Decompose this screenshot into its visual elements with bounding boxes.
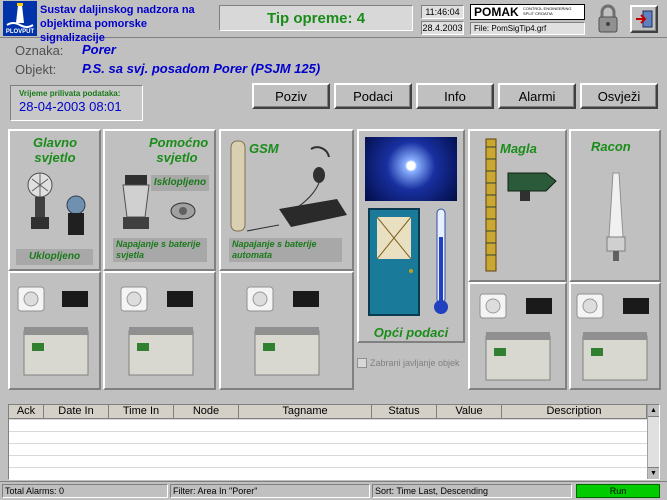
- logo-text: PLOVPUT: [5, 29, 35, 35]
- company-name: POMAK: [474, 5, 519, 19]
- panel-magla-battery: [468, 282, 567, 390]
- col-date-in[interactable]: Date In: [44, 405, 109, 419]
- podaci-button[interactable]: Podaci: [334, 83, 412, 109]
- header-bar: PLOVPUT Sustav daljinskog nadzora na obj…: [0, 0, 667, 44]
- battery-socket-icon: [17, 286, 89, 376]
- alarm-table-grid: [9, 419, 647, 479]
- plovput-logo: PLOVPUT: [3, 1, 37, 36]
- system-title-line1: Sustav daljinskog nadzora na: [40, 4, 195, 16]
- zabrani-checkbox[interactable]: [357, 358, 367, 368]
- data-time-box: Vrijeme prilivata podataka: 28-04-2003 0…: [10, 85, 143, 121]
- equipment-type: Tip opreme: 4: [266, 9, 366, 27]
- data-time-value: 28-04-2003 08:01: [19, 99, 122, 114]
- panel-glavno-svjetlo[interactable]: Glavno svjetlo Uklopljeno: [8, 129, 101, 271]
- objekt-label: Objekt:: [15, 62, 57, 77]
- exit-icon: [636, 10, 653, 28]
- status-bar: Total Alarms: 0 Filter: Area In "Porer" …: [0, 481, 667, 500]
- glavno-title: Glavno svjetlo: [32, 135, 78, 165]
- pomak-logo: POMAK CONTROL ENGINEERING SPLIT CROATIA: [470, 4, 585, 20]
- objekt-value: P.S. sa svj. posadom Porer (PSJM 125): [82, 61, 321, 76]
- file-label: File: PomSigTip4.grf: [470, 22, 585, 35]
- exit-button[interactable]: [630, 5, 658, 33]
- panel-gsm[interactable]: GSM Napajanje s baterije automata: [219, 129, 354, 271]
- panel-pomocno-svjetlo[interactable]: Pomoćno svjetlo Isklopljeno Napajanje s …: [103, 129, 216, 271]
- alarm-table[interactable]: Ack Date In Time In Node Tagname Status …: [8, 404, 660, 480]
- col-description[interactable]: Description: [502, 405, 647, 419]
- battery-socket-icon: [479, 293, 552, 381]
- night-sky-image: [365, 137, 457, 201]
- panel-opci-podaci[interactable]: Opći podaci: [357, 129, 465, 343]
- system-title-line2: objektima pomorske signalizacije: [40, 18, 147, 44]
- battery-socket-icon: [246, 286, 320, 376]
- data-time-label: Vrijeme prilivata podataka:: [19, 89, 121, 98]
- door-thermometer-icon: [368, 208, 448, 316]
- gsm-modem-icon: [230, 140, 347, 232]
- col-value[interactable]: Value: [437, 405, 502, 419]
- racon-antenna-icon: [606, 172, 626, 261]
- panel-racon[interactable]: Racon: [569, 129, 661, 282]
- system-title: Sustav daljinskog nadzora na objektima p…: [40, 3, 210, 45]
- pomocno-title: Pomoćno svjetlo: [149, 135, 209, 165]
- filter-status: Filter: Area In "Porer": [170, 484, 370, 498]
- pomocno-status: Isklopljeno: [151, 175, 209, 191]
- battery-socket-icon: [576, 293, 649, 381]
- run-indicator[interactable]: Run: [576, 484, 660, 498]
- panel-racon-battery: [569, 282, 661, 390]
- total-alarms: Total Alarms: 0: [2, 484, 168, 498]
- zabrani-label: Zabrani javljanje objek: [370, 358, 460, 368]
- equipment-type-box: Tip opreme: 4: [219, 5, 413, 31]
- opci-title: Opći podaci: [373, 325, 449, 340]
- panel-gsm-battery: [219, 271, 354, 390]
- panel-pomocno-battery: [103, 271, 216, 390]
- sort-status: Sort: Time Last, Descending: [372, 484, 572, 498]
- main-light-icon: [27, 172, 86, 235]
- company-sub2: SPLIT CROATIA: [523, 11, 553, 16]
- col-ack[interactable]: Ack: [9, 405, 44, 419]
- info-button[interactable]: Info: [416, 83, 494, 109]
- glavno-status: Uklopljeno: [16, 249, 93, 265]
- poziv-button[interactable]: Poziv: [252, 83, 330, 109]
- scroll-down-arrow[interactable]: ▼: [648, 467, 659, 479]
- battery-socket-icon: [120, 286, 194, 376]
- clock-time: 11:46:04: [421, 5, 464, 19]
- pomocno-power: Napajanje s baterije svjetla: [113, 238, 207, 262]
- col-tagname[interactable]: Tagname: [239, 405, 372, 419]
- oznaka-label: Oznaka:: [15, 43, 64, 58]
- panel-magla[interactable]: Magla: [468, 129, 567, 282]
- scroll-up-arrow[interactable]: ▲: [648, 405, 659, 417]
- fog-horn-icon: [485, 138, 557, 272]
- gsm-power: Napajanje s baterije automata: [229, 238, 342, 262]
- lock-icon[interactable]: [594, 3, 622, 35]
- col-node[interactable]: Node: [174, 405, 239, 419]
- racon-title: Racon: [591, 139, 631, 154]
- osvjezi-button[interactable]: Osvježi: [580, 83, 658, 109]
- lighthouse-icon: [6, 3, 34, 28]
- oznaka-value: Porer: [82, 42, 116, 57]
- panel-glavno-battery: [8, 271, 101, 390]
- col-status[interactable]: Status: [372, 405, 437, 419]
- clock-date: 28.4.2003: [421, 21, 464, 35]
- alarmi-button[interactable]: Alarmi: [498, 83, 576, 109]
- col-time-in[interactable]: Time In: [109, 405, 174, 419]
- zabrani-checkbox-row[interactable]: Zabrani javljanje objek: [357, 356, 469, 370]
- alarm-table-scrollbar[interactable]: ▲ ▼: [647, 405, 659, 479]
